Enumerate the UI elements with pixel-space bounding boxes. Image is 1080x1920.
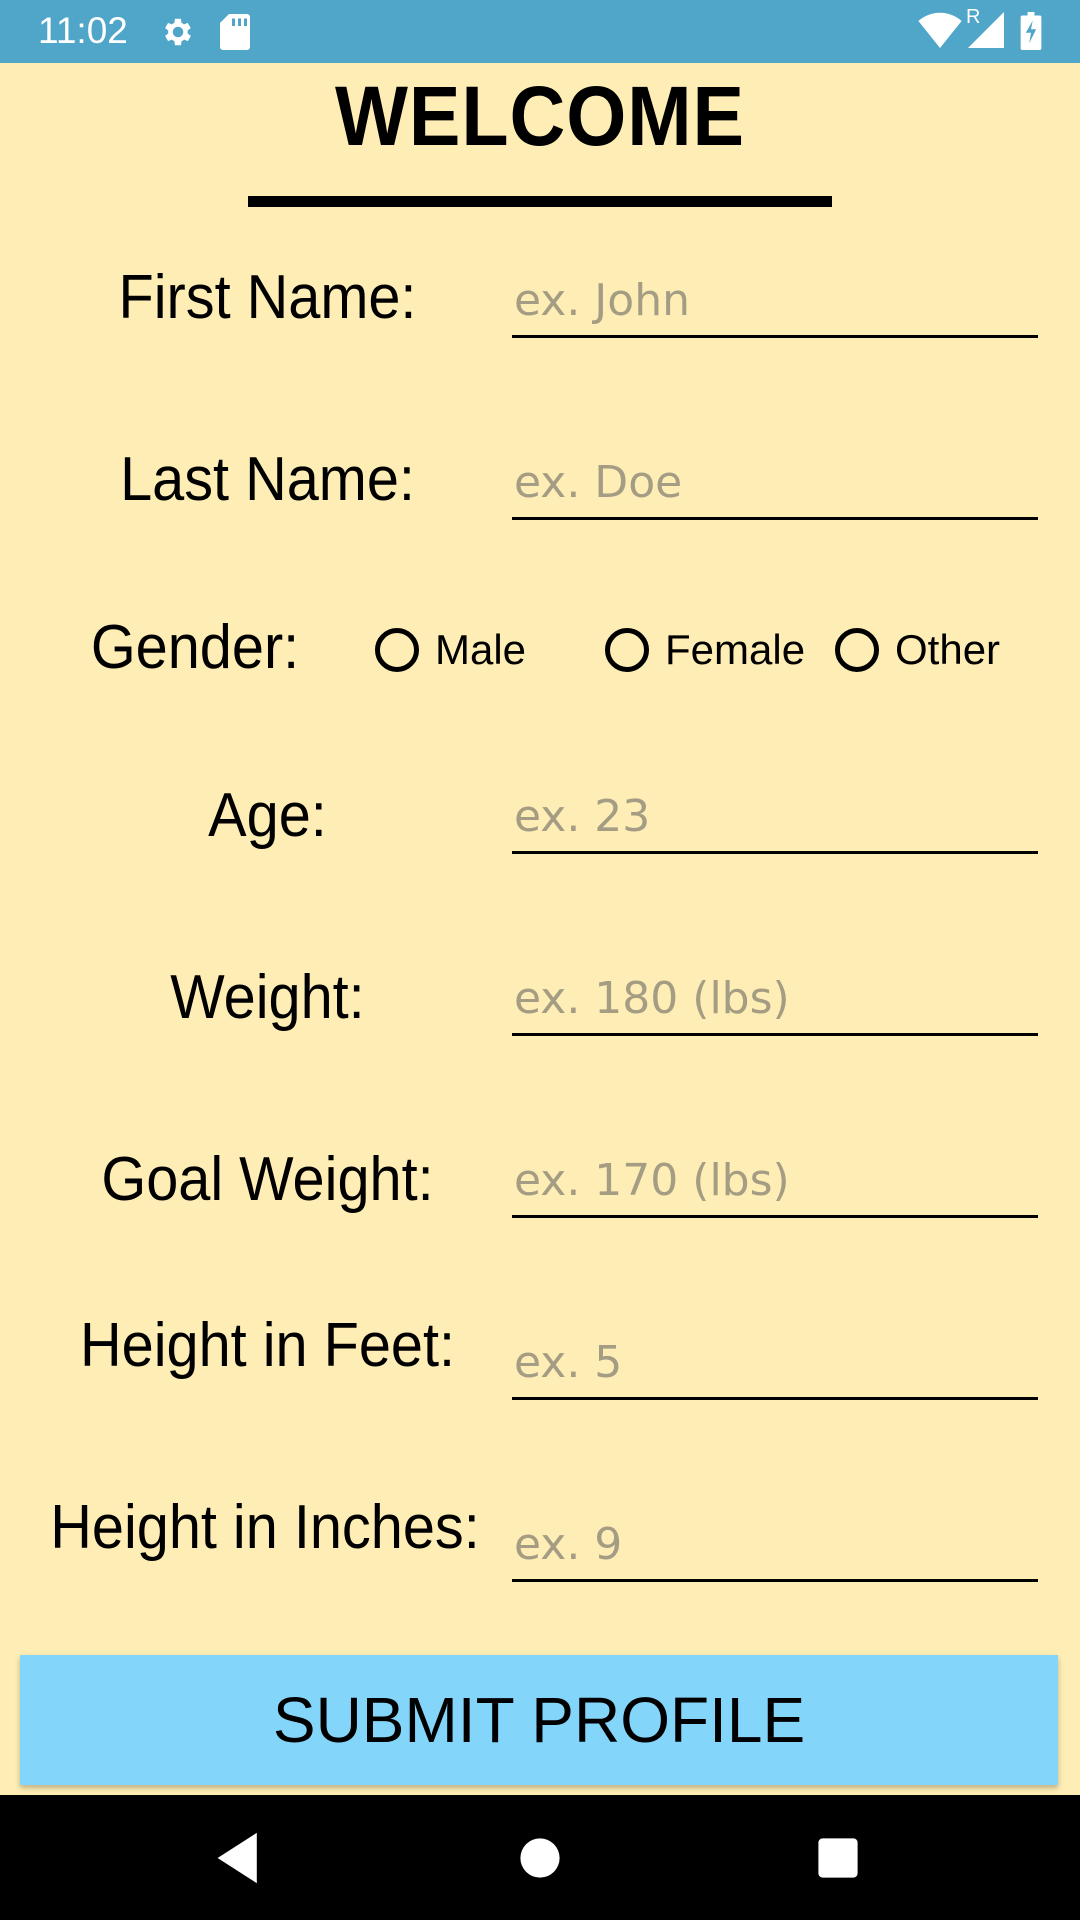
recents-icon[interactable] xyxy=(810,1830,866,1886)
radio-unchecked-icon xyxy=(605,628,649,672)
height-inches-field-container xyxy=(512,1509,1040,1582)
cell-signal-icon xyxy=(968,12,1004,53)
title-underline-divider xyxy=(248,196,832,207)
weight-field-container xyxy=(512,963,1040,1036)
goal-weight-input[interactable] xyxy=(512,1145,1040,1215)
first-name-input[interactable] xyxy=(512,265,1040,335)
age-label: Age: xyxy=(208,781,327,850)
first-name-field-container xyxy=(512,265,1040,338)
gender-radio-female[interactable]: Female xyxy=(605,622,805,678)
sd-card-icon xyxy=(220,14,250,55)
page-title: WELCOME xyxy=(335,69,745,163)
profile-screen: 11:02 R WELCOME First Name: Last Name: G… xyxy=(0,0,1080,1920)
age-field-container xyxy=(512,781,1040,854)
height-feet-field-container xyxy=(512,1327,1040,1400)
gender-option-label: Other xyxy=(895,626,1001,673)
gender-radio-male[interactable]: Male xyxy=(375,622,526,678)
status-bar: 11:02 R xyxy=(0,0,1080,63)
first-name-label: First Name: xyxy=(118,263,417,332)
back-icon[interactable] xyxy=(212,1830,268,1886)
age-input[interactable] xyxy=(512,781,1040,851)
last-name-label: Last Name: xyxy=(120,445,415,514)
height-feet-input[interactable] xyxy=(512,1327,1040,1397)
settings-gear-icon xyxy=(160,14,196,55)
last-name-input[interactable] xyxy=(512,447,1040,517)
gender-option-label: Female xyxy=(665,626,806,673)
radio-unchecked-icon xyxy=(375,628,419,672)
submit-profile-button[interactable]: SUBMIT PROFILE xyxy=(20,1655,1058,1785)
status-time: 11:02 xyxy=(38,10,128,51)
goal-weight-field-container xyxy=(512,1145,1040,1218)
gender-option-label: Male xyxy=(435,626,527,673)
wifi-icon xyxy=(918,12,962,53)
height-feet-label: Height in Feet: xyxy=(80,1311,455,1380)
gender-label: Gender: xyxy=(90,613,300,682)
weight-label: Weight: xyxy=(170,963,365,1032)
goal-weight-label: Goal Weight: xyxy=(101,1145,434,1214)
last-name-field-container xyxy=(512,447,1040,520)
weight-input[interactable] xyxy=(512,963,1040,1033)
battery-charging-icon xyxy=(1020,12,1042,55)
gender-radio-other[interactable]: Other xyxy=(835,622,1000,678)
height-inches-label: Height in Inches: xyxy=(50,1493,480,1562)
home-icon[interactable] xyxy=(512,1830,568,1886)
navigation-bar xyxy=(0,1795,1080,1920)
radio-unchecked-icon xyxy=(835,628,879,672)
height-inches-input[interactable] xyxy=(512,1509,1040,1579)
